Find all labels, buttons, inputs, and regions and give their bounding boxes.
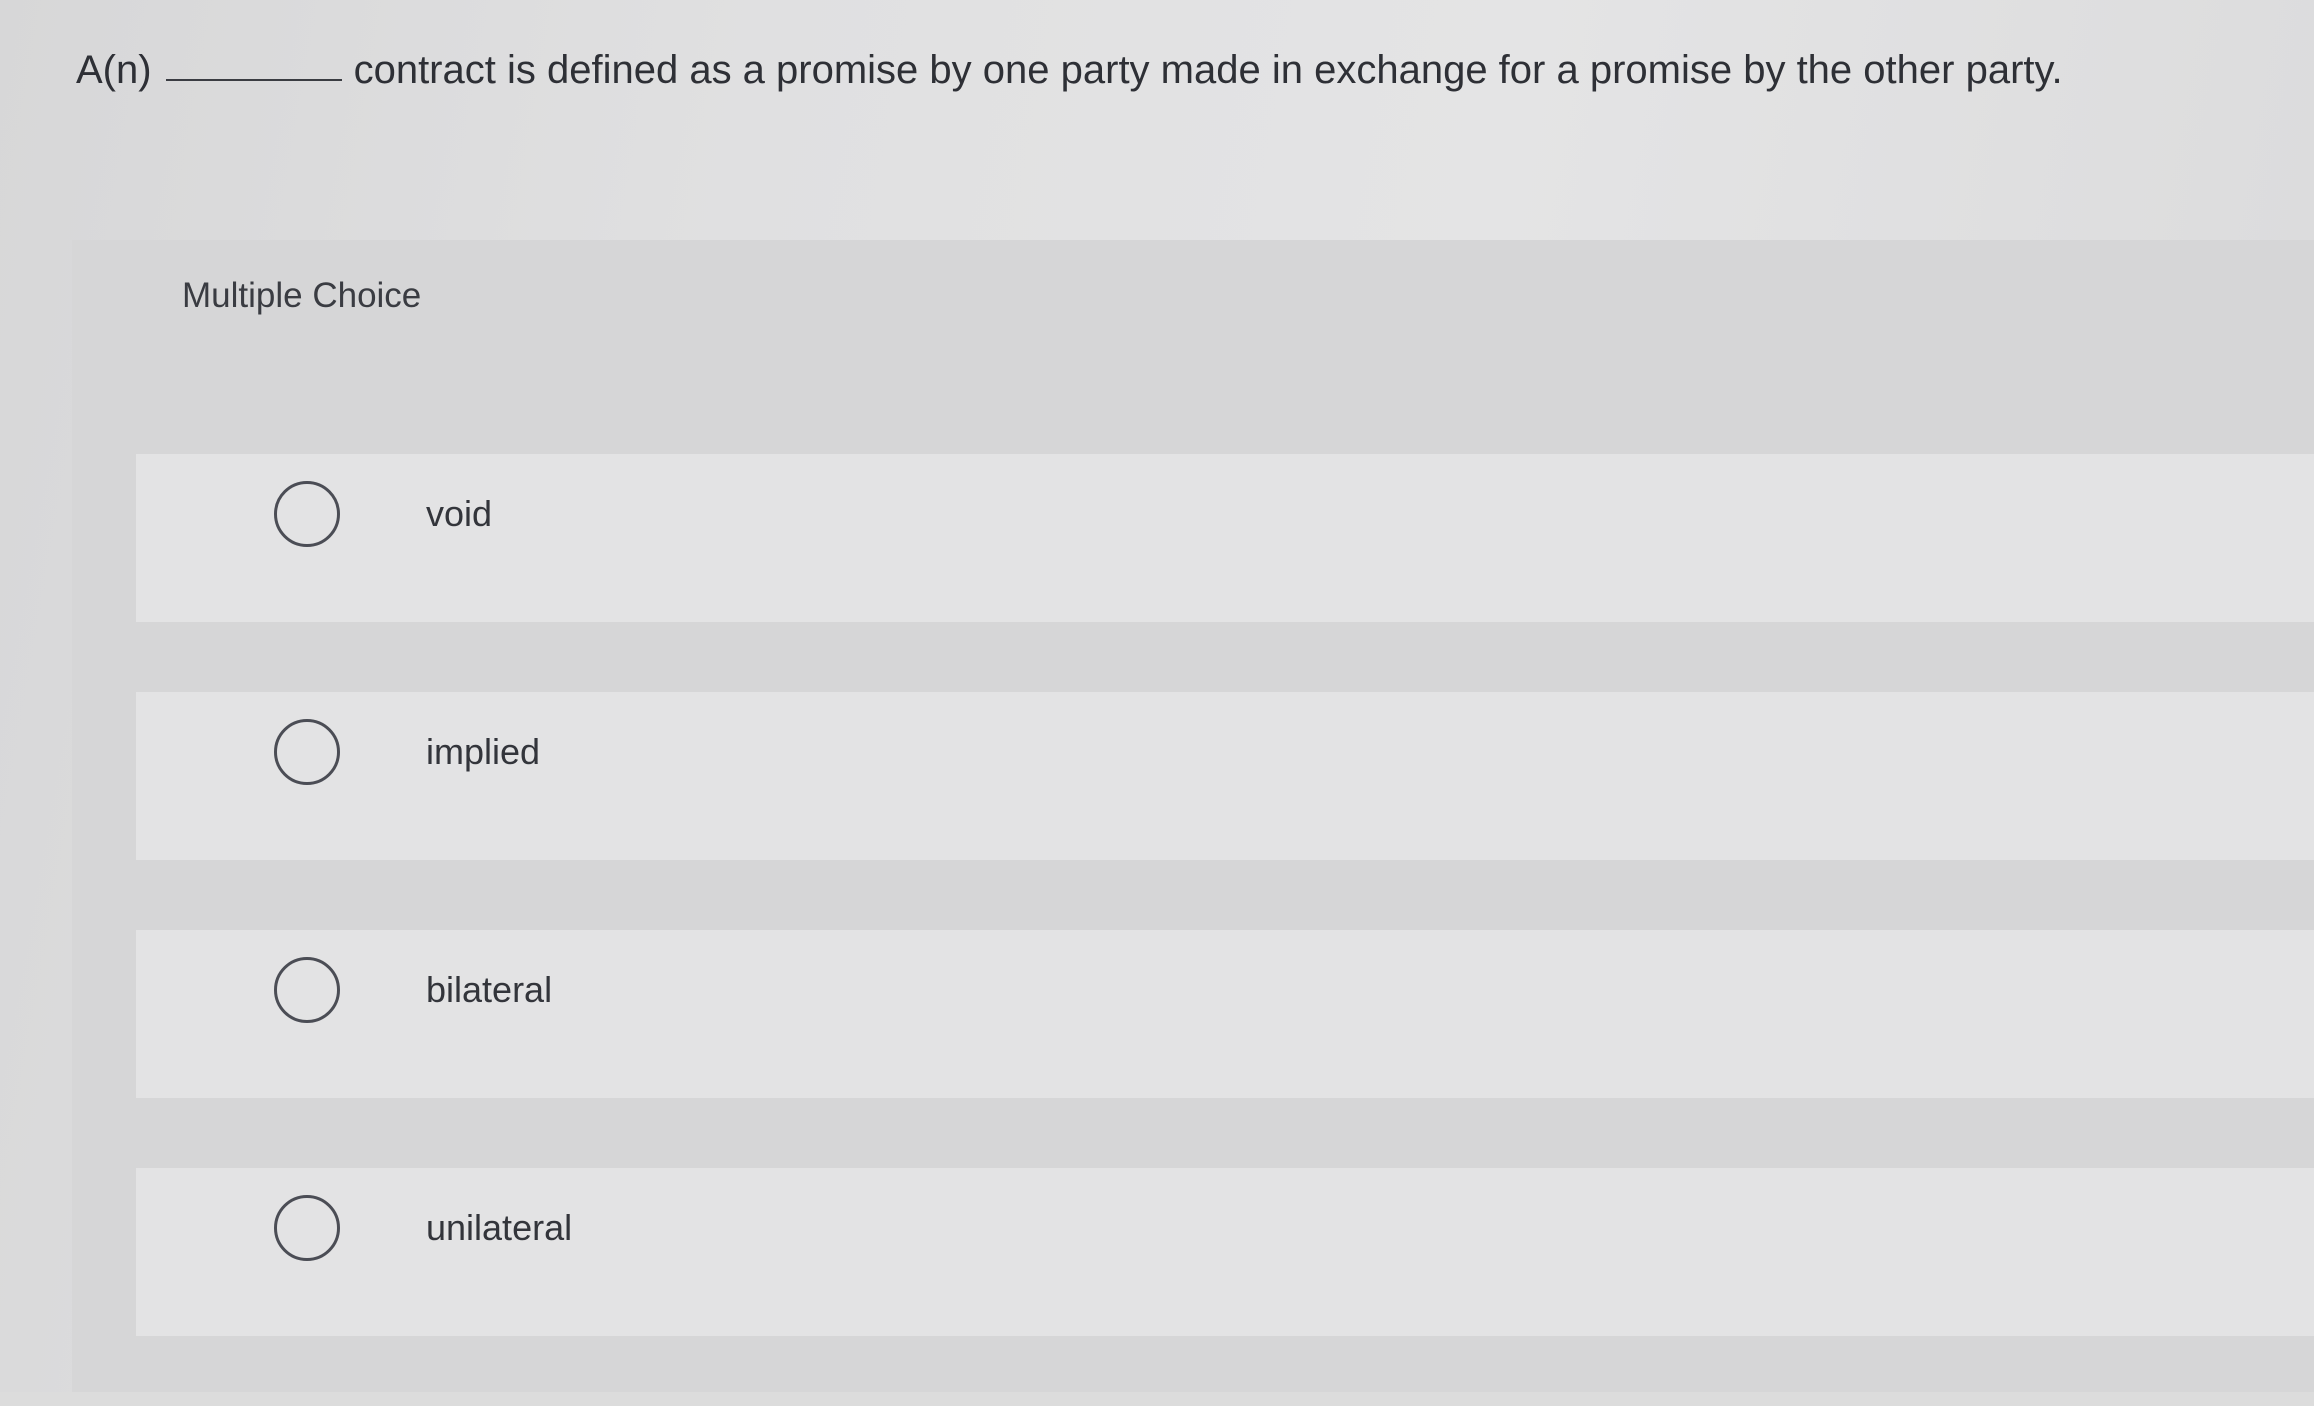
question-text: A(n) contract is defined as a promise by … [76, 44, 2063, 96]
radio-button[interactable] [274, 481, 340, 547]
option-label[interactable]: bilateral [426, 968, 552, 1012]
option-void[interactable]: void [136, 454, 2314, 622]
panel-title: Multiple Choice [182, 276, 422, 315]
options-list: void implied bilateral unilateral [136, 454, 2314, 1406]
option-label[interactable]: implied [426, 730, 540, 774]
option-implied[interactable]: implied [136, 692, 2314, 860]
radio-button[interactable] [274, 1195, 340, 1261]
option-label[interactable]: unilateral [426, 1206, 572, 1250]
radio-button[interactable] [274, 957, 340, 1023]
multiple-choice-panel: Multiple Choice void implied bilateral u… [72, 240, 2314, 1392]
screen: A(n) contract is defined as a promise by … [0, 0, 2314, 1392]
option-unilateral[interactable]: unilateral [136, 1168, 2314, 1336]
radio-button[interactable] [274, 719, 340, 785]
answer-blank [165, 79, 342, 81]
option-bilateral[interactable]: bilateral [136, 930, 2314, 1098]
option-label[interactable]: void [426, 492, 492, 536]
panel-header: Multiple Choice [72, 240, 2314, 364]
question-prefix: A(n) [76, 48, 152, 92]
question-suffix: contract is defined as a promise by one … [353, 48, 2063, 92]
